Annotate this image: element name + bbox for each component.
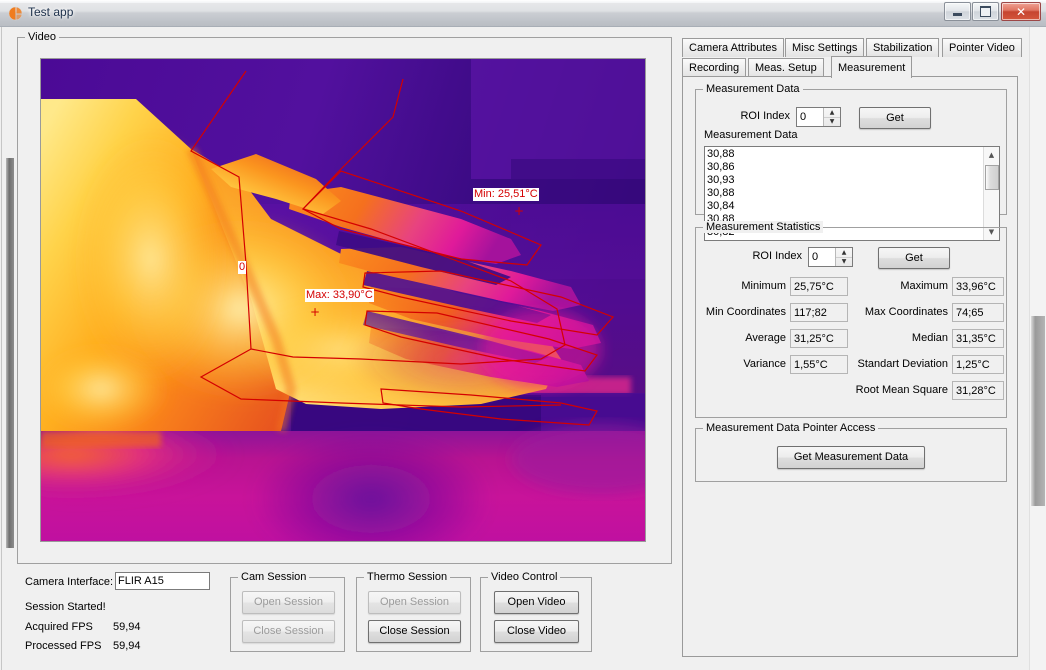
measurement-data-get-button[interactable]: Get (859, 107, 931, 129)
measurement-tab-page: Measurement Data ROI Index 0 ▲ ▼ Get Mea… (682, 76, 1018, 657)
max-coordinates-label: Max Coordinates (864, 306, 948, 318)
tab-pointer-video[interactable]: Pointer Video (942, 38, 1022, 57)
statistics-roi-index-label: ROI Index (752, 250, 802, 262)
camera-interface-input[interactable] (115, 572, 210, 590)
min-coordinates-label: Min Coordinates (705, 306, 786, 318)
cam-close-session-button[interactable]: Close Session (242, 620, 335, 643)
list-item[interactable]: 30,88 (707, 148, 982, 161)
minimum-value: 25,75°C (790, 277, 848, 296)
cam-session-groupbox-label: Cam Session (238, 571, 310, 583)
form-vertical-scrollbar-thumb[interactable] (1031, 316, 1045, 506)
list-item[interactable]: 30,86 (707, 161, 982, 174)
measurement-data-groupbox-label: Measurement Data (703, 83, 803, 95)
measurement-statistics-groupbox: Measurement Statistics ROI Index 0 ▲ ▼ G… (695, 221, 1007, 418)
median-value: 31,35°C (952, 329, 1004, 348)
list-item[interactable]: 30,88 (707, 187, 982, 200)
close-button[interactable]: ✕ (1001, 2, 1041, 21)
statistics-roi-index-stepper[interactable]: 0 ▲ ▼ (808, 247, 853, 267)
cam-session-groupbox: Cam Session Open Session Close Session (230, 571, 345, 652)
average-label: Average (745, 332, 786, 344)
min-coordinates-value: 117;82 (790, 303, 848, 322)
max-coordinates-value: 74;65 (952, 303, 1004, 322)
measurement-data-groupbox: Measurement Data ROI Index 0 ▲ ▼ Get Mea… (695, 83, 1007, 241)
measurement-data-list-label: Measurement Data (704, 129, 798, 141)
tab-recording[interactable]: Recording (682, 58, 747, 77)
close-video-button[interactable]: Close Video (494, 620, 579, 643)
list-item[interactable]: 30,84 (707, 200, 982, 213)
minimize-icon (945, 3, 970, 20)
left-scrollbar-track[interactable] (3, 27, 14, 670)
tab-stabilization[interactable]: Stabilization (866, 38, 940, 57)
root-mean-square-label: Root Mean Square (855, 384, 948, 396)
average-value: 31,25°C (790, 329, 848, 348)
session-status-text: Session Started! (25, 601, 106, 613)
standard-deviation-label: Standart Deviation (857, 358, 949, 370)
maximum-value: 33,96°C (952, 277, 1004, 296)
chevron-down-icon[interactable]: ▼ (836, 257, 852, 266)
median-label: Median (911, 332, 948, 344)
measurement-data-scrollbar-thumb[interactable] (985, 165, 999, 190)
camera-interface-label: Camera Interface: (25, 576, 114, 588)
video-control-groupbox-label: Video Control (488, 571, 561, 583)
cam-open-session-button[interactable]: Open Session (242, 591, 335, 614)
measurement-data-roi-index-stepper[interactable]: 0 ▲ ▼ (796, 107, 841, 127)
stepper-arrows[interactable]: ▲ ▼ (823, 108, 840, 126)
roi-index-overlay-label: 0 (238, 261, 247, 274)
max-marker-icon: + (310, 305, 321, 319)
application-window: Test app ✕ Video 0 Min: 25,51°C + Max: 3… (0, 0, 1046, 670)
min-marker-icon: + (514, 204, 525, 218)
variance-label: Variance (743, 358, 786, 370)
thermo-session-groupbox: Thermo Session Open Session Close Sessio… (356, 571, 471, 652)
root-mean-square-value: 31,28°C (952, 381, 1004, 400)
processed-fps-value: 59,94 (113, 640, 141, 652)
left-scrollbar-thumb[interactable] (6, 158, 14, 548)
standard-deviation-value: 1,25°C (952, 355, 1004, 374)
close-icon: ✕ (1015, 4, 1027, 19)
maximum-label: Maximum (900, 280, 948, 292)
acquired-fps-label: Acquired FPS (25, 621, 93, 633)
statistics-get-button[interactable]: Get (878, 247, 950, 269)
measurement-pointer-access-groupbox-label: Measurement Data Pointer Access (703, 422, 879, 434)
video-groupbox-label: Video (25, 31, 59, 43)
scroll-up-icon[interactable]: ▲ (984, 147, 999, 163)
window-title: Test app (28, 5, 74, 19)
list-item[interactable]: 30,93 (707, 174, 982, 187)
minimize-button[interactable] (944, 2, 971, 21)
get-measurement-data-button[interactable]: Get Measurement Data (777, 446, 925, 469)
tab-misc-settings[interactable]: Misc Settings (785, 38, 865, 57)
left-edge-divider (1, 27, 2, 670)
title-bar: Test app ✕ (0, 0, 1046, 27)
client-area: Video 0 Min: 25,51°C + Max: 33,90°C + Ca… (0, 27, 1046, 670)
form-vertical-scrollbar[interactable] (1029, 27, 1046, 670)
processed-fps-label: Processed FPS (25, 640, 102, 652)
tab-meas-setup[interactable]: Meas. Setup (748, 58, 824, 77)
thermo-session-groupbox-label: Thermo Session (364, 571, 451, 583)
max-temperature-overlay-label: Max: 33,90°C (305, 289, 374, 302)
measurement-data-roi-index-label: ROI Index (740, 110, 790, 122)
thermo-open-session-button[interactable]: Open Session (368, 591, 461, 614)
measurement-data-roi-index-value: 0 (800, 111, 807, 123)
tab-measurement[interactable]: Measurement (831, 56, 913, 78)
measurement-statistics-groupbox-label: Measurement Statistics (703, 221, 824, 233)
video-control-groupbox: Video Control Open Video Close Video (480, 571, 592, 652)
video-display-frame[interactable]: 0 Min: 25,51°C + Max: 33,90°C + (40, 58, 646, 542)
statistics-roi-index-value: 0 (812, 251, 819, 263)
acquired-fps-value: 59,94 (113, 621, 141, 633)
video-groupbox: Video 0 Min: 25,51°C + Max: 33,90°C + (17, 31, 672, 564)
tab-camera-attributes[interactable]: Camera Attributes (682, 38, 785, 57)
chevron-down-icon[interactable]: ▼ (824, 117, 840, 126)
min-temperature-overlay-label: Min: 25,51°C (473, 188, 539, 201)
settings-tab-control: Camera Attributes Misc Settings Stabiliz… (682, 37, 1022, 657)
tab-row-2: Recording Meas. Setup Measurement (682, 56, 1018, 78)
stepper-arrows[interactable]: ▲ ▼ (835, 248, 852, 266)
maximize-button[interactable] (972, 2, 999, 21)
tab-row-1: Camera Attributes Misc Settings Stabiliz… (682, 37, 1022, 57)
measurement-pointer-access-groupbox: Measurement Data Pointer Access Get Meas… (695, 422, 1007, 482)
minimum-label: Minimum (741, 280, 786, 292)
flir-app-icon (8, 6, 23, 21)
open-video-button[interactable]: Open Video (494, 591, 579, 614)
maximize-icon (973, 3, 998, 20)
thermo-close-session-button[interactable]: Close Session (368, 620, 461, 643)
variance-value: 1,55°C (790, 355, 848, 374)
